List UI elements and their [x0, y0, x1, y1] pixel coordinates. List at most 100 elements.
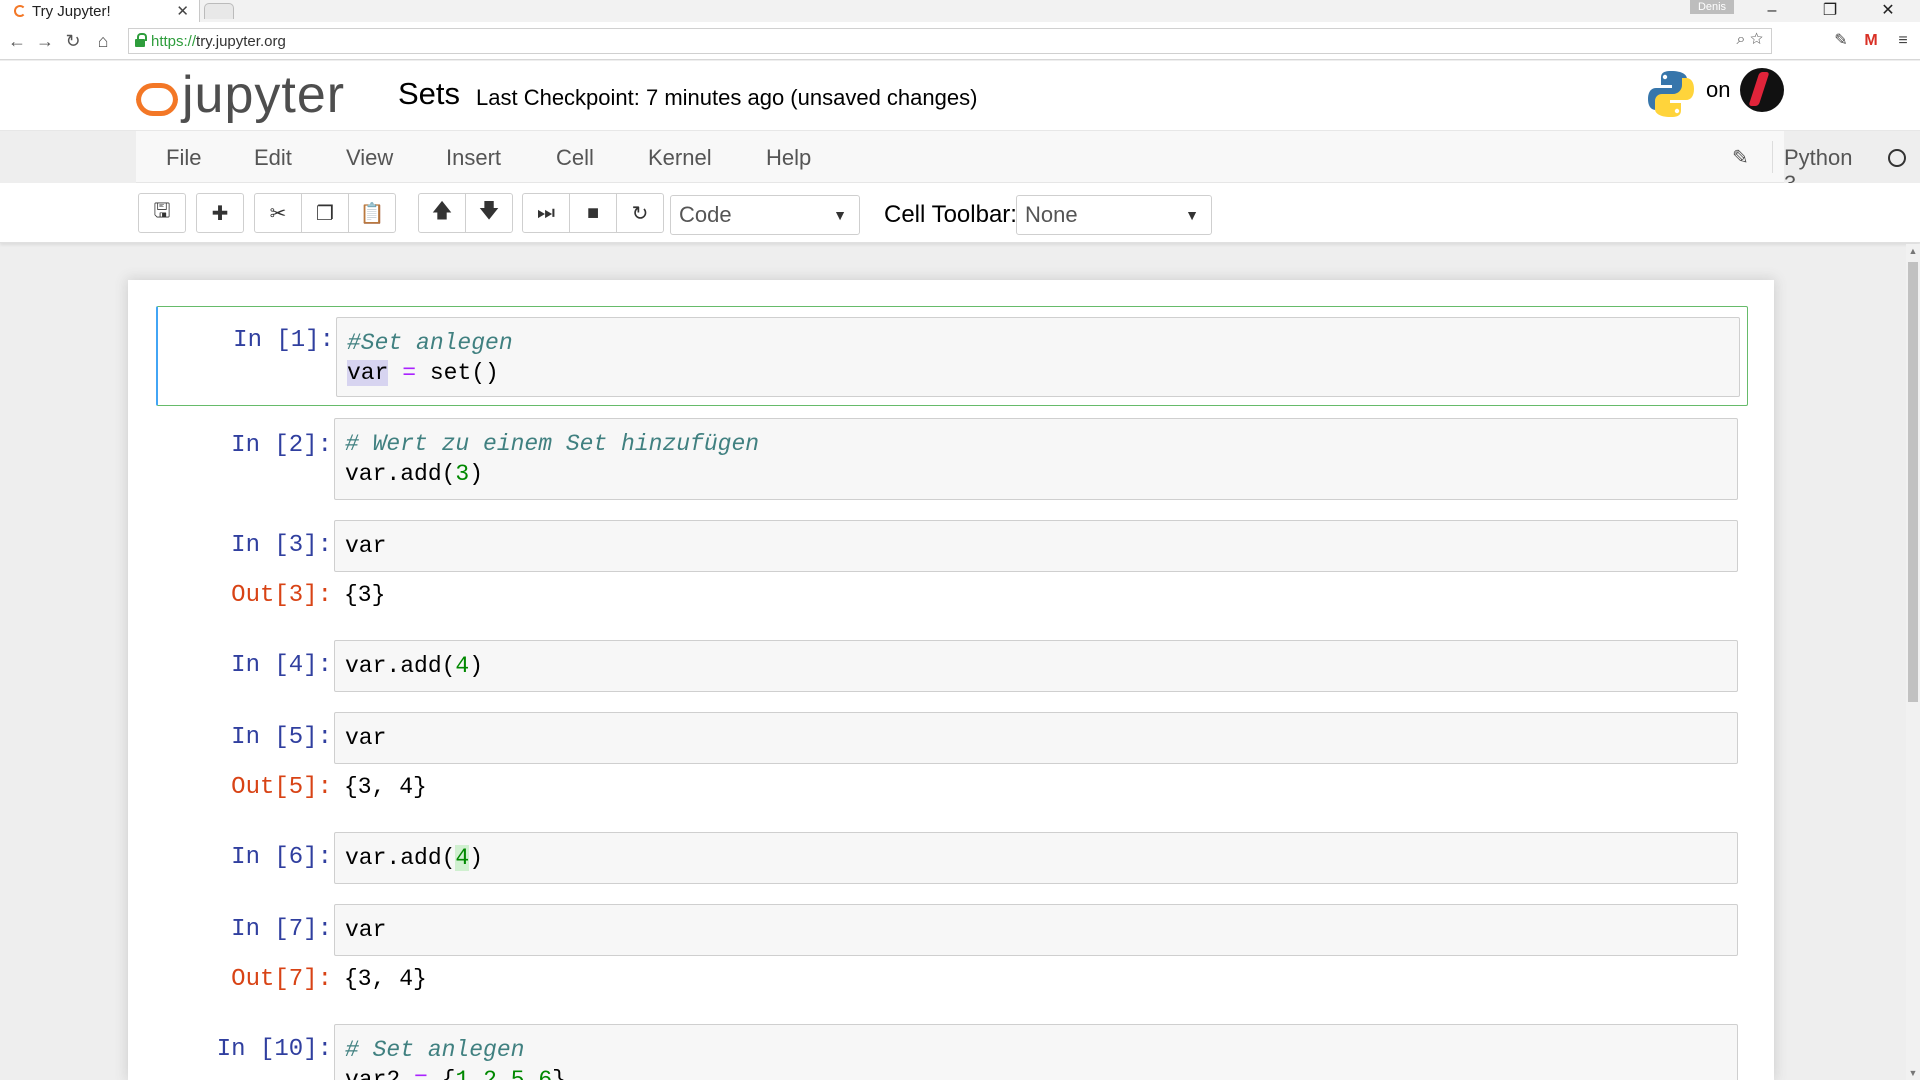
scroll-up-icon[interactable]: ▲ [1906, 244, 1920, 258]
code-input[interactable]: #Set anlegen var = set() [336, 317, 1740, 397]
kernel-separator [1772, 141, 1773, 173]
on-label: on [1706, 77, 1731, 102]
menu-file[interactable]: File [166, 145, 201, 171]
gmail-icon[interactable]: M [1860, 30, 1882, 52]
rackspace-logo-icon [1740, 68, 1784, 112]
restart-kernel-button[interactable]: ↻ [616, 193, 664, 233]
code-line: var.add(4) [345, 845, 484, 871]
code-line-2: var.add(3) [345, 461, 484, 487]
python-logo-icon [1648, 71, 1694, 117]
code-input[interactable]: var.add(4) [334, 640, 1738, 692]
step-forward-icon: ⏭ [537, 201, 555, 224]
caret-down-icon: ▼ [1185, 207, 1199, 223]
zoom-icon[interactable]: ⌕ [1737, 31, 1746, 48]
loading-spinner-icon [14, 5, 26, 17]
notebook-header: jupyter Sets Last Checkpoint: 7 minutes … [0, 61, 1920, 131]
home-icon[interactable]: ⌂ [92, 30, 114, 52]
copy-icon: ❐ [316, 202, 334, 225]
profile-badge[interactable]: Denis [1690, 0, 1734, 14]
scissors-icon: ✂ [269, 202, 287, 225]
menubar: File Edit View Insert Cell Kernel Help ✎… [136, 131, 1906, 196]
browser-tab[interactable]: Try Jupyter! ✕ [0, 0, 200, 22]
run-cell-button[interactable]: ⏭ [522, 193, 570, 233]
copy-button[interactable]: ❐ [301, 193, 349, 233]
address-bar[interactable]: https:// try.jupyter.org ⌕ ☆ [128, 28, 1772, 54]
input-prompt: In [3]: [231, 532, 332, 559]
code-line: var [345, 725, 387, 751]
code-input[interactable]: # Wert zu einem Set hinzufügen var.add(3… [334, 418, 1738, 500]
browser-menu-icon[interactable]: ≡ [1892, 30, 1914, 52]
code-cell[interactable]: In [2]: # Wert zu einem Set hinzufügen v… [156, 416, 1748, 500]
lock-icon [135, 33, 147, 47]
code-input[interactable]: var [334, 520, 1738, 572]
edit-mode-pencil-icon: ✎ [1732, 147, 1749, 169]
output-prompt: Out[3]: [231, 582, 332, 609]
input-prompt: In [4]: [231, 652, 332, 679]
restart-icon: ↻ [631, 202, 649, 225]
cut-button[interactable]: ✂ [254, 193, 302, 233]
code-line-2: var2 = {1,2,5,6} [345, 1067, 566, 1080]
code-cell[interactable]: In [4]: var.add(4) [156, 638, 1748, 694]
cell-type-value: Code [679, 202, 732, 227]
bookmark-star-icon[interactable]: ☆ [1750, 31, 1763, 48]
insert-cell-button[interactable]: ✚ [196, 193, 244, 233]
cell-output: {3} [344, 582, 386, 608]
interrupt-kernel-button[interactable]: ■ [569, 193, 617, 233]
cell-type-select[interactable]: Code ▼ [670, 195, 860, 235]
menu-edit[interactable]: Edit [254, 145, 292, 171]
code-line-2: var = set() [347, 360, 499, 386]
close-window-icon[interactable]: ✕ [1868, 0, 1908, 22]
code-input[interactable]: # Set anlegen var2 = {1,2,5,6} [334, 1024, 1738, 1080]
arrow-down-icon: 🡇 [478, 200, 500, 222]
jupyter-logo[interactable]: jupyter [134, 65, 345, 125]
menu-view[interactable]: View [346, 145, 393, 171]
notebook-toolbar: 🖫 ✚ ✂ ❐ 📋 🡅 🡇 ⏭ ■ ↻ Code ▼ Cell Toolbar:… [0, 183, 1920, 243]
cell-output: {3, 4} [344, 774, 427, 800]
new-tab-button[interactable] [204, 3, 234, 19]
menu-kernel[interactable]: Kernel [648, 145, 712, 171]
code-cell[interactable]: In [5]: var Out[5]: {3, 4} [156, 710, 1748, 810]
cell-output: {3, 4} [344, 966, 427, 992]
code-input[interactable]: var [334, 904, 1738, 956]
save-button[interactable]: 🖫 [138, 193, 186, 233]
minimize-icon[interactable]: – [1752, 0, 1792, 22]
cell-toolbar-select[interactable]: None ▼ [1016, 195, 1212, 235]
reload-icon[interactable]: ↻ [62, 30, 84, 52]
menu-insert[interactable]: Insert [446, 145, 501, 171]
back-icon[interactable]: ← [6, 30, 28, 52]
save-icon: 🖫 [153, 200, 171, 222]
stop-icon: ■ [586, 201, 600, 224]
scroll-down-icon[interactable]: ▼ [1906, 1066, 1920, 1080]
restore-icon[interactable]: ❐ [1810, 0, 1850, 22]
code-input[interactable]: var [334, 712, 1738, 764]
code-line: #Set anlegen [347, 330, 513, 356]
extension-icon[interactable]: ✎ [1830, 30, 1852, 52]
url-scheme: https:// [151, 32, 197, 50]
notebook-name[interactable]: Sets [398, 76, 460, 112]
code-cell[interactable]: In [6]: var.add(4) [156, 830, 1748, 886]
input-prompt: In [1]: [233, 327, 334, 354]
move-button-group: 🡅 🡇 [418, 193, 513, 233]
code-input[interactable]: var.add(4) [334, 832, 1738, 884]
move-down-button[interactable]: 🡇 [465, 193, 513, 233]
code-cell[interactable]: In [10]: # Set anlegen var2 = {1,2,5,6} [156, 1022, 1748, 1080]
code-cell[interactable]: In [1]: #Set anlegen var = set() [156, 306, 1748, 406]
input-prompt: In [7]: [231, 916, 332, 943]
menu-cell[interactable]: Cell [556, 145, 594, 171]
close-tab-icon[interactable]: ✕ [176, 2, 189, 20]
output-prompt: Out[5]: [231, 774, 332, 801]
cell-toolbar-label: Cell Toolbar: [884, 201, 1017, 228]
forward-icon[interactable]: → [34, 30, 56, 52]
menu-help[interactable]: Help [766, 145, 811, 171]
move-up-button[interactable]: 🡅 [418, 193, 466, 233]
scroll-thumb[interactable] [1908, 262, 1918, 702]
code-cell[interactable]: In [7]: var Out[7]: {3, 4} [156, 902, 1748, 1002]
output-prompt: Out[7]: [231, 966, 332, 993]
page-scrollbar[interactable]: ▲ ▼ [1906, 244, 1920, 1080]
paste-icon: 📋 [359, 202, 385, 225]
plus-icon: ✚ [211, 202, 229, 225]
paste-button[interactable]: 📋 [348, 193, 396, 233]
code-line: # Set anlegen [345, 1037, 525, 1063]
caret-down-icon: ▼ [833, 207, 847, 223]
code-cell[interactable]: In [3]: var Out[3]: {3} [156, 518, 1748, 618]
